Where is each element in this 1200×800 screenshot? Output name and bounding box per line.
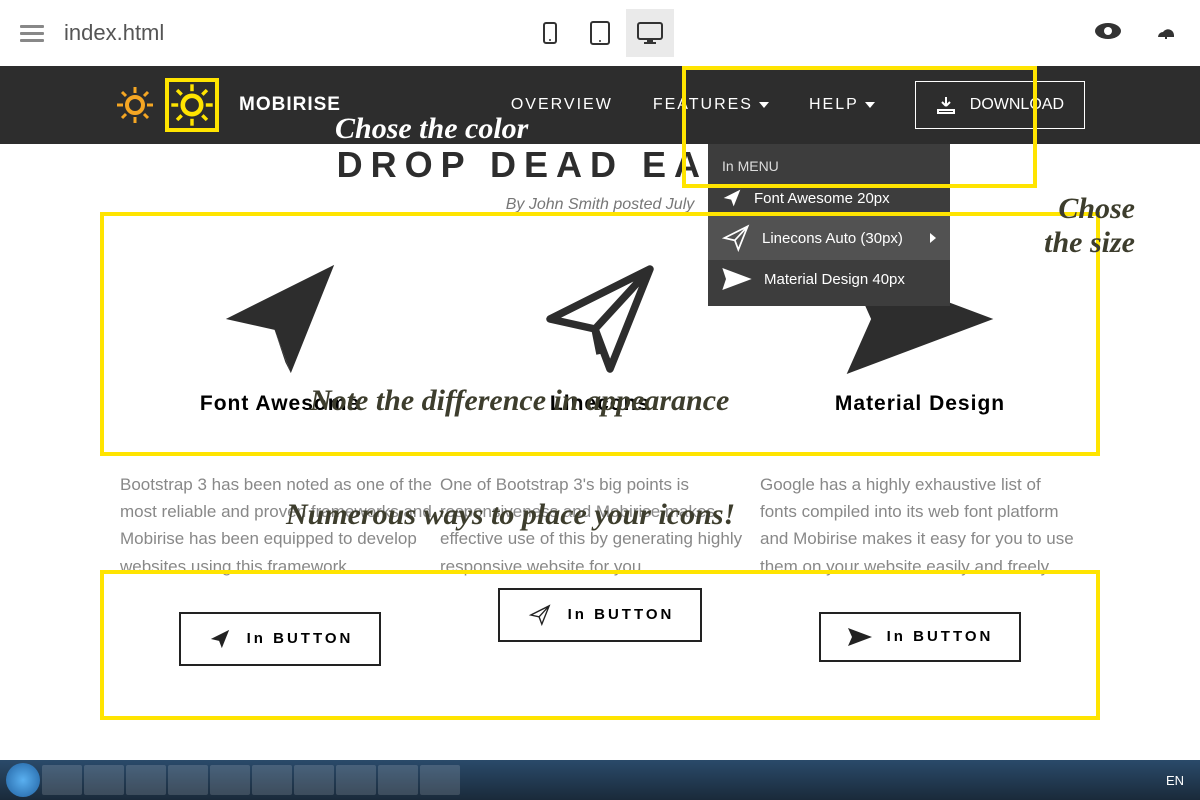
paper-plane-icon [722,224,750,252]
menu-icon[interactable] [20,25,44,42]
send-icon [847,628,873,646]
download-button[interactable]: DOWNLOAD [915,81,1085,129]
button-linecons[interactable]: In BUTTON [498,588,703,642]
paper-plane-icon [207,628,233,650]
taskbar-app[interactable] [42,765,82,795]
taskbar-app[interactable] [252,765,292,795]
dropdown-item-linecons[interactable]: Linecons Auto (30px) [708,216,950,260]
dropdown-header: In MENU [708,152,950,180]
column-fa: Font Awesome Bootstrap 3 has been noted … [120,254,440,666]
taskbar-app[interactable] [210,765,250,795]
dropdown-item-material[interactable]: Material Design 40px [708,260,950,298]
brand-label: MOBIRISE [239,94,341,116]
mobile-icon[interactable] [526,9,574,57]
paper-plane-icon [525,259,675,379]
taskbar-app[interactable] [126,765,166,795]
taskbar-app[interactable] [336,765,376,795]
nav-features[interactable]: FEATURES [653,96,769,114]
windows-taskbar: EN [0,760,1200,800]
chevron-down-icon [865,102,875,108]
taskbar-app[interactable] [168,765,208,795]
taskbar-app[interactable] [378,765,418,795]
annotation-size: Chosethe size [1044,192,1135,260]
paper-plane-icon [205,254,355,384]
start-button[interactable] [6,763,40,797]
tablet-icon[interactable] [576,9,624,57]
preview-icon[interactable] [1094,22,1122,45]
sun-icon-orange [115,85,155,125]
filename-label: index.html [64,20,164,46]
annotation-color: Chose the color [335,112,528,146]
publish-icon[interactable] [1152,21,1180,46]
taskbar-app[interactable] [84,765,124,795]
language-indicator[interactable]: EN [1156,773,1194,788]
taskbar-app[interactable] [420,765,460,795]
chevron-down-icon [759,102,769,108]
button-material[interactable]: In BUTTON [819,612,1022,662]
site-navbar: MOBIRISE OVERVIEW FEATURES HELP DOWNLOAD… [0,66,1200,144]
sun-icon-yellow [169,82,215,128]
dropdown-item-fa[interactable]: Font Awesome 20px [708,180,950,216]
taskbar-app[interactable] [294,765,334,795]
annotation-ways: Numerous ways to place your icons! [286,498,735,532]
column-linecons: Linecons One of Bootstrap 3's big points… [440,254,760,666]
paper-plane-icon [526,604,554,626]
chevron-right-icon [930,233,936,243]
app-topbar: index.html [0,0,1200,66]
send-icon [722,268,752,290]
paper-plane-icon [722,188,742,208]
col-title-material: Material Design [760,392,1080,416]
col-desc-material: Google has a highly exhaustive list of f… [760,471,1080,580]
color-highlight-box [165,78,219,132]
annotation-diff: Note the difference in appearance [310,384,729,418]
features-dropdown: In MENU Font Awesome 20px Linecons Auto … [708,144,950,306]
desktop-icon[interactable] [626,9,674,57]
column-material: Material Design Google has a highly exha… [760,254,1080,666]
download-icon [936,96,956,114]
nav-help[interactable]: HELP [809,96,875,114]
button-fa[interactable]: In BUTTON [179,612,382,666]
